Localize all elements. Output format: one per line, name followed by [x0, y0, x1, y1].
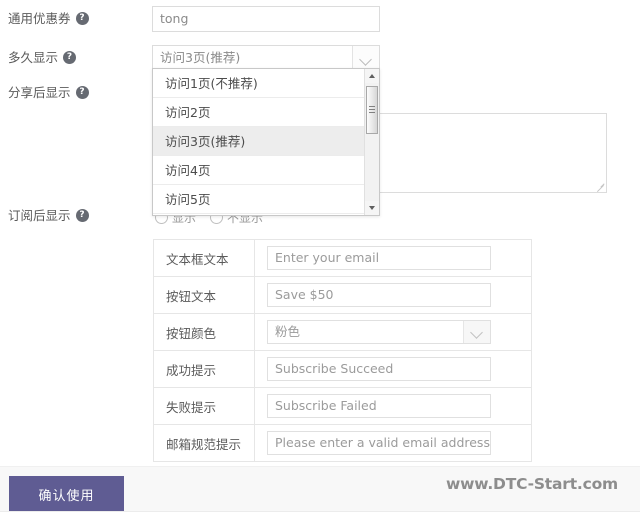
duration-dropdown-list[interactable]: 访问1页(不推荐) 访问2页 访问3页(推荐) 访问4页 访问5页	[152, 68, 380, 216]
textbox-text-value: Enter your email	[275, 250, 380, 265]
label-subscribe: 订阅后显示?	[8, 201, 89, 231]
help-icon[interactable]: ?	[63, 51, 77, 64]
table-cell-key: 按钮颜色	[153, 313, 255, 351]
success-message-value: Subscribe Succeed	[275, 361, 394, 376]
watermark: www.DTC-Start.com	[445, 475, 618, 493]
table-cell-value: Subscribe Succeed	[254, 350, 532, 388]
label-share-text: 分享后显示	[8, 85, 71, 100]
chevron-down-icon[interactable]	[352, 46, 379, 70]
dropdown-option-label: 访问5页	[165, 192, 211, 207]
table-row: 按钮文本 Save $50	[153, 276, 532, 314]
button-color-value: 粉色	[275, 324, 301, 339]
dropdown-option[interactable]: 访问4页	[153, 156, 379, 185]
help-icon[interactable]: ?	[75, 12, 89, 25]
button-text-value: Save $50	[275, 287, 334, 302]
dropdown-option-label: 访问2页	[165, 105, 211, 120]
table-cell-value: 粉色	[254, 313, 532, 351]
button-color-select[interactable]: 粉色	[267, 320, 491, 344]
failure-message-value: Subscribe Failed	[275, 398, 377, 413]
table-cell-value: Please enter a valid email address	[254, 424, 532, 462]
table-row: 文本框文本 Enter your email	[153, 239, 532, 277]
dropdown-option-selected[interactable]: 访问3页(推荐)	[153, 127, 379, 156]
dropdown-option[interactable]: 访问1页(不推荐)	[153, 69, 379, 98]
table-row: 按钮颜色 粉色	[153, 313, 532, 351]
table-cell-value: Save $50	[254, 276, 532, 314]
upper-form-area: 通用优惠券? tong 多久显示? 访问3页(推荐) 分享后显示? 订阅后显示?…	[0, 0, 640, 466]
failure-message-input[interactable]: Subscribe Failed	[267, 394, 491, 418]
label-share: 分享后显示?	[8, 78, 89, 108]
email-validation-message-value: Please enter a valid email address	[275, 435, 490, 450]
dropdown-option[interactable]: 访问2页	[153, 98, 379, 127]
resize-handle-icon[interactable]	[596, 182, 605, 191]
success-message-input[interactable]: Subscribe Succeed	[267, 357, 491, 381]
scroll-up-arrow-icon[interactable]	[365, 69, 379, 83]
chevron-down-icon[interactable]	[463, 321, 490, 343]
textbox-text-input[interactable]: Enter your email	[267, 246, 491, 270]
table-cell-value: Enter your email	[254, 239, 532, 277]
table-cell-value: Subscribe Failed	[254, 387, 532, 425]
form-row-coupon: 通用优惠券? tong	[0, 4, 640, 34]
label-coupon-text: 通用优惠券	[8, 11, 71, 26]
table-cell-key: 文本框文本	[153, 239, 255, 277]
table-cell-key: 失败提示	[153, 387, 255, 425]
settings-table: 文本框文本 Enter your email 按钮文本 Save $50 按钮颜…	[153, 239, 532, 462]
scrollbar-thumb[interactable]	[366, 86, 378, 134]
label-coupon: 通用优惠券?	[8, 4, 89, 34]
label-duration: 多久显示?	[8, 43, 77, 73]
label-subscribe-text: 订阅后显示	[8, 208, 71, 223]
button-text-input[interactable]: Save $50	[267, 283, 491, 307]
table-row: 邮箱规范提示 Please enter a valid email addres…	[153, 424, 532, 462]
email-validation-message-input[interactable]: Please enter a valid email address	[267, 431, 491, 455]
dropdown-option-label: 访问1页(不推荐)	[165, 76, 258, 91]
table-cell-key: 成功提示	[153, 350, 255, 388]
table-row: 失败提示 Subscribe Failed	[153, 387, 532, 425]
scroll-down-arrow-icon[interactable]	[365, 201, 379, 215]
coupon-input-value: tong	[160, 11, 189, 26]
dropdown-option-label: 访问3页(推荐)	[165, 134, 246, 149]
help-icon[interactable]: ?	[75, 209, 89, 222]
help-icon[interactable]: ?	[75, 86, 89, 99]
dropdown-scrollbar[interactable]	[364, 69, 379, 215]
table-cell-key: 按钮文本	[153, 276, 255, 314]
coupon-input[interactable]: tong	[152, 6, 380, 32]
dropdown-option-label: 访问4页	[165, 163, 211, 178]
dropdown-option[interactable]: 访问5页	[153, 185, 379, 214]
confirm-button[interactable]: 确认使用	[9, 476, 124, 513]
table-row: 成功提示 Subscribe Succeed	[153, 350, 532, 388]
table-cell-key: 邮箱规范提示	[153, 424, 255, 462]
duration-select-value: 访问3页(推荐)	[160, 50, 241, 65]
label-duration-text: 多久显示	[8, 50, 59, 65]
